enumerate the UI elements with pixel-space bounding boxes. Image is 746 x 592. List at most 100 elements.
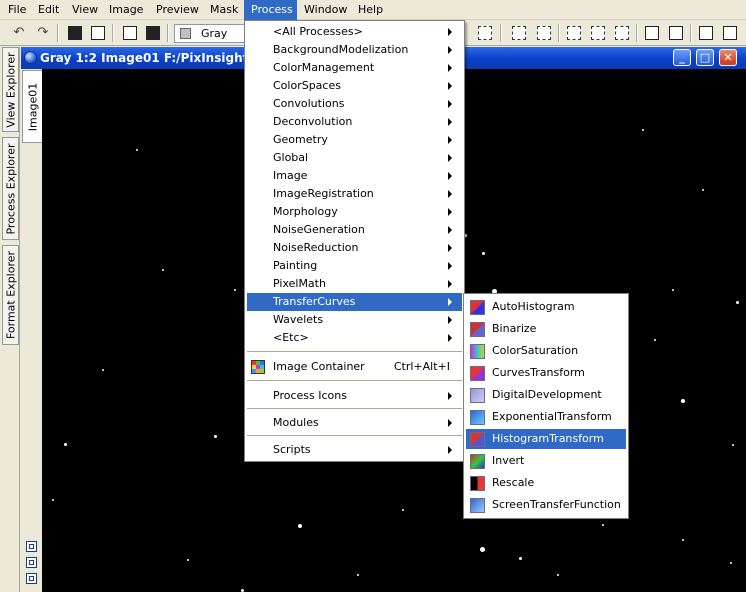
menu-item-global[interactable]: Global [247, 149, 462, 167]
rescale-icon [470, 476, 485, 491]
fit-window-button[interactable] [667, 24, 685, 42]
menu-edit[interactable]: Edit [32, 0, 62, 20]
submenu-item-label: ColorSaturation [492, 344, 579, 357]
menu-image[interactable]: Image [103, 0, 147, 20]
submenu-item-curvestransform[interactable]: CurvesTransform [466, 363, 626, 383]
menu-item-label: NoiseGeneration [273, 223, 365, 236]
menu-item-colorspaces[interactable]: ColorSpaces [247, 77, 462, 95]
submenu-item-autohistogram[interactable]: AutoHistogram [466, 297, 626, 317]
menu-item-image[interactable]: Image [247, 167, 462, 185]
menu-item-label: ImageRegistration [273, 187, 374, 200]
zoom-full-icon [723, 26, 737, 40]
menu-item-all-processes[interactable]: <All Processes> [247, 23, 462, 41]
menu-item-noisereduction[interactable]: NoiseReduction [247, 239, 462, 257]
submenu-item-digitaldevelopment[interactable]: DigitalDevelopment [466, 385, 626, 405]
menu-item-label: Image [273, 169, 308, 182]
menu-item-wavelets[interactable]: Wavelets [247, 311, 462, 329]
menu-item-label: Scripts [273, 443, 311, 456]
menu-preview[interactable]: Preview [150, 0, 204, 20]
zoom-fit-button[interactable] [697, 24, 715, 42]
exponential-icon [470, 410, 485, 425]
submenu-item-invert[interactable]: Invert [466, 451, 626, 471]
mask-button[interactable] [144, 24, 162, 42]
submenu-item-label: CurvesTransform [492, 366, 585, 379]
submenu-item-colorsaturation[interactable]: ColorSaturation [466, 341, 626, 361]
tab-process-explorer[interactable]: Process Explorer [2, 137, 19, 240]
clone-button[interactable] [89, 24, 107, 42]
star [732, 444, 734, 446]
menu-item-image-container[interactable]: Image Container Ctrl+Alt+I [247, 358, 462, 376]
menu-item-morphology[interactable]: Morphology [247, 203, 462, 221]
zoom-out-button[interactable] [535, 24, 553, 42]
restore-icon[interactable] [26, 573, 37, 584]
menu-item-colormanagement[interactable]: ColorManagement [247, 59, 462, 77]
submenu-item-histogramtransform[interactable]: HistogramTransform [466, 429, 626, 449]
menu-item-convolutions[interactable]: Convolutions [247, 95, 462, 113]
zoom-1-2-button[interactable] [589, 24, 607, 42]
menu-file[interactable]: File [2, 0, 30, 20]
tab-label: Format Explorer [4, 250, 17, 340]
menu-process[interactable]: Process [244, 0, 297, 20]
zoom-full-button[interactable] [721, 24, 739, 42]
id-icon [68, 26, 82, 40]
menu-item-label: Global [273, 151, 309, 164]
binarize-icon [470, 322, 485, 337]
fit-icon[interactable] [26, 541, 37, 552]
minimize-button[interactable]: _ [673, 49, 691, 66]
chevron-right-icon [448, 334, 452, 342]
zoom-icon[interactable] [26, 557, 37, 568]
menu-item-geometry[interactable]: Geometry [247, 131, 462, 149]
star [736, 301, 739, 304]
tab-view-explorer[interactable]: View Explorer [2, 47, 19, 132]
maximize-button[interactable]: □ [696, 49, 714, 66]
submenu-item-binarize[interactable]: Binarize [466, 319, 626, 339]
menu-item-backgroundmodelization[interactable]: BackgroundModelization [247, 41, 462, 59]
submenu-item-rescale[interactable]: Rescale [466, 473, 626, 493]
star [642, 129, 644, 131]
menu-item-pixelmath[interactable]: PixelMath [247, 275, 462, 293]
zoom-2-1-button[interactable] [613, 24, 631, 42]
chevron-right-icon [448, 64, 452, 72]
chevron-right-icon [448, 208, 452, 216]
colorspace-select[interactable]: Gray [174, 24, 246, 43]
undo-button[interactable]: ↶ [10, 24, 28, 42]
zoom-in-button[interactable] [510, 24, 528, 42]
fit-view-button[interactable] [643, 24, 661, 42]
zoom-1-1-button[interactable] [565, 24, 583, 42]
submenu-item-exponentialtransform[interactable]: ExponentialTransform [466, 407, 626, 427]
menu-item-modules[interactable]: Modules [247, 414, 462, 432]
tab-label: View Explorer [4, 51, 17, 128]
menu-item-label: Painting [273, 259, 318, 272]
submenu-item-screentransferfunction[interactable]: ScreenTransferFunction [466, 495, 626, 515]
menu-item-label: Convolutions [273, 97, 345, 110]
redo-icon: ↷ [37, 25, 49, 40]
menu-item-label: Morphology [273, 205, 338, 218]
menu-item-label: TransferCurves [273, 295, 356, 308]
tab-image01[interactable]: Image01 [22, 70, 42, 143]
new-document-button[interactable] [121, 24, 139, 42]
autohistogram-icon [470, 300, 485, 315]
identifier-button[interactable] [66, 24, 84, 42]
menu-separator [247, 435, 462, 437]
menu-view[interactable]: View [66, 0, 102, 20]
redo-button[interactable]: ↷ [34, 24, 52, 42]
menu-item-scripts[interactable]: Scripts [247, 441, 462, 459]
tab-format-explorer[interactable]: Format Explorer [2, 245, 19, 345]
readout-button[interactable] [476, 24, 494, 42]
image-side-strip [21, 69, 42, 592]
menu-item-etc[interactable]: <Etc> [247, 329, 462, 347]
chevron-right-icon [448, 118, 452, 126]
star [298, 524, 302, 528]
menu-item-imageregistration[interactable]: ImageRegistration [247, 185, 462, 203]
menu-item-process-icons[interactable]: Process Icons [247, 387, 462, 405]
menu-item-deconvolution[interactable]: Deconvolution [247, 113, 462, 131]
star [480, 547, 485, 552]
menu-mask[interactable]: Mask [204, 0, 242, 20]
menu-window[interactable]: Window [298, 0, 352, 20]
menu-help[interactable]: Help [352, 0, 392, 20]
star [64, 443, 67, 446]
close-button[interactable]: ✕ [719, 49, 737, 66]
menu-item-noisegeneration[interactable]: NoiseGeneration [247, 221, 462, 239]
menu-item-transfercurves[interactable]: TransferCurves [247, 293, 462, 311]
menu-item-painting[interactable]: Painting [247, 257, 462, 275]
